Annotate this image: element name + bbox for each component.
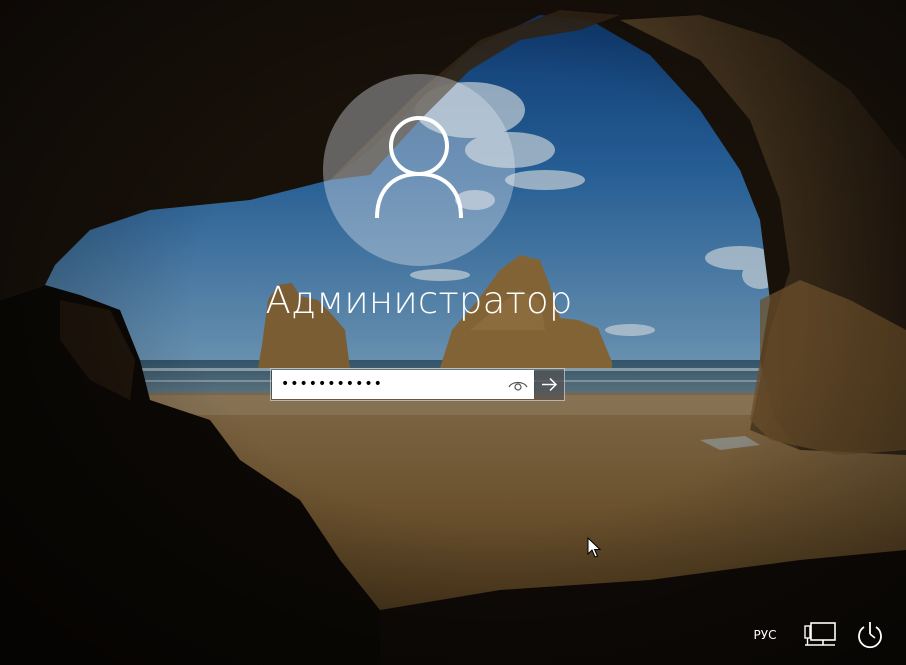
user-avatar [323, 74, 515, 266]
arrow-right-icon [542, 377, 558, 392]
system-tray: РУС [746, 613, 906, 665]
user-name: Администратор [265, 279, 573, 322]
lock-screen: Администратор ••••••••••• РУС [0, 0, 906, 665]
password-input[interactable]: ••••••••••• [272, 370, 534, 399]
submit-button[interactable] [535, 370, 564, 399]
user-silhouette-icon [375, 116, 463, 219]
language-indicator[interactable]: РУС [746, 623, 784, 647]
mouse-cursor-icon [587, 537, 601, 558]
eye-icon[interactable] [508, 377, 528, 393]
network-monitor-icon[interactable] [803, 621, 837, 649]
power-accessibility-icon[interactable] [855, 620, 885, 650]
password-box: ••••••••••• [270, 368, 565, 401]
password-masked-value: ••••••••••• [281, 376, 383, 392]
